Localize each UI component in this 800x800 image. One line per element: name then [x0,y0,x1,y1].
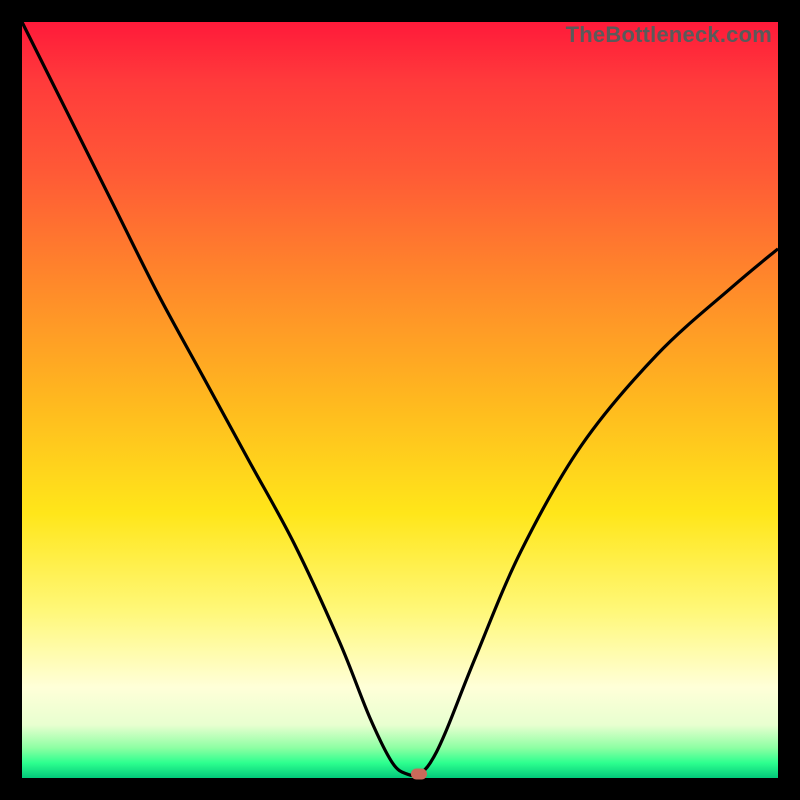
minimum-marker [411,769,427,780]
plot-area: TheBottleneck.com [22,22,778,778]
bottleneck-curve [22,22,778,778]
watermark-label: TheBottleneck.com [566,22,772,48]
curve-path [22,22,778,776]
chart-frame: TheBottleneck.com [0,0,800,800]
